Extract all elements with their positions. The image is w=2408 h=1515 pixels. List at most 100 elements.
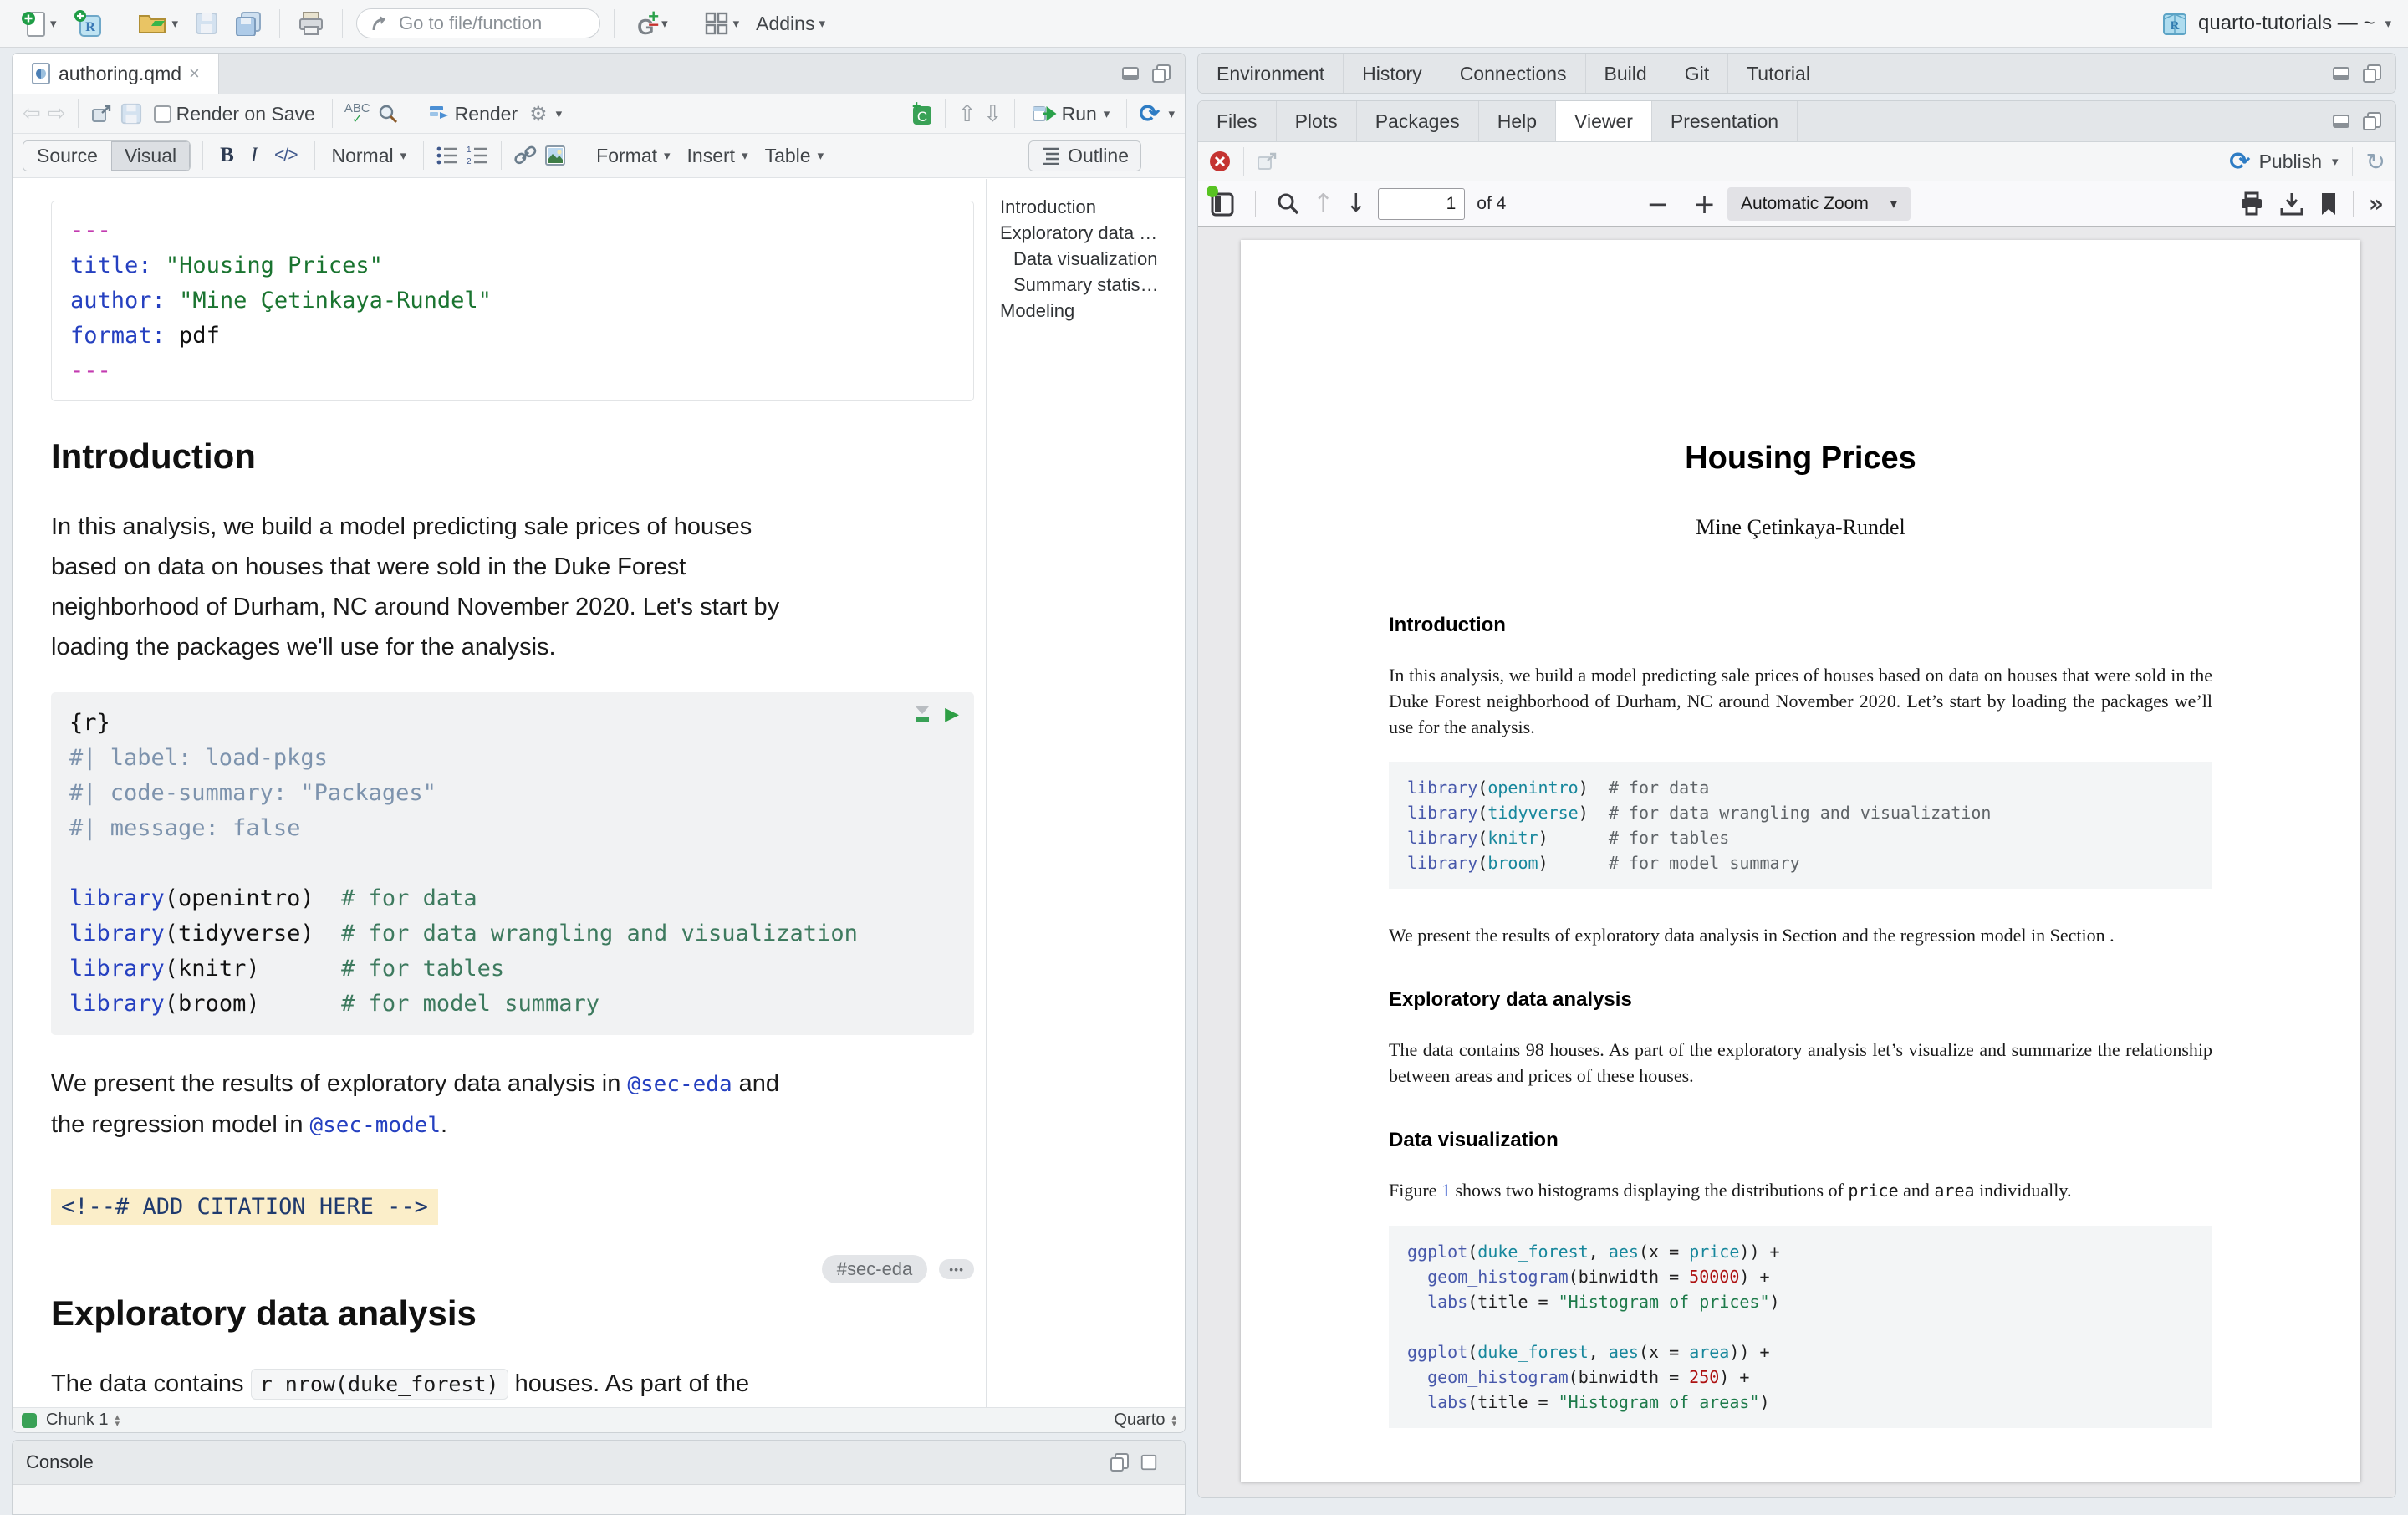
- mode-visual-button[interactable]: Visual: [111, 141, 190, 171]
- tab-connections[interactable]: Connections: [1441, 54, 1586, 94]
- console-body[interactable]: [13, 1485, 1185, 1515]
- tab-help[interactable]: Help: [1479, 101, 1556, 141]
- maximize-pane-icon[interactable]: [1151, 64, 1171, 84]
- pdf-search-icon[interactable]: [1276, 191, 1301, 217]
- pdf-zoom-out-icon[interactable]: −: [1646, 188, 1669, 220]
- pdf-print-icon[interactable]: [2239, 191, 2264, 217]
- version-control-button[interactable]: G + − ▾: [628, 7, 672, 40]
- link-icon[interactable]: [513, 145, 537, 166]
- stop-viewer-button[interactable]: [1208, 150, 1232, 173]
- publish-caret[interactable]: ▾: [2332, 154, 2339, 169]
- new-project-button[interactable]: R: [69, 7, 106, 40]
- mode-source-button[interactable]: Source: [23, 141, 111, 171]
- run-label: Run: [1062, 103, 1097, 125]
- search-doc-icon[interactable]: [377, 103, 399, 125]
- outline-item-summary-statistics[interactable]: Summary statis…: [1000, 272, 1178, 298]
- tab-plots[interactable]: Plots: [1277, 101, 1357, 141]
- viewer-minimize-icon[interactable]: [2332, 112, 2352, 130]
- back-icon[interactable]: ⇦: [23, 101, 41, 126]
- env-minimize-icon[interactable]: [2332, 64, 2352, 83]
- pdf-page-input[interactable]: [1378, 188, 1465, 220]
- section-options-button[interactable]: •••: [939, 1259, 974, 1279]
- tab-tutorial[interactable]: Tutorial: [1728, 54, 1829, 94]
- goto-file-search[interactable]: Go to file/function: [356, 8, 600, 38]
- tab-environment[interactable]: Environment: [1198, 54, 1344, 94]
- close-tab-icon[interactable]: ×: [189, 63, 200, 84]
- image-icon[interactable]: [543, 145, 567, 166]
- project-cube-icon: R: [2160, 8, 2190, 38]
- tab-history[interactable]: History: [1344, 54, 1441, 94]
- render-on-save-checkbox[interactable]: [154, 105, 171, 123]
- pdf-prev-page-icon[interactable]: ↑: [1313, 189, 1334, 218]
- pdf-next-page-icon[interactable]: ↓: [1345, 189, 1366, 218]
- run-chunk-icon[interactable]: ▶: [945, 704, 959, 725]
- minimize-pane-icon[interactable]: [1121, 64, 1141, 83]
- tab-files[interactable]: Files: [1198, 101, 1277, 141]
- tab-presentation[interactable]: Presentation: [1652, 101, 1798, 141]
- project-menu[interactable]: R quarto-tutorials — ~ ▾: [2160, 8, 2391, 38]
- format-menu[interactable]: Format▾: [591, 143, 675, 169]
- yaml-metadata-block[interactable]: ---title: "Housing Prices"author: "Mine …: [51, 201, 974, 401]
- tab-packages[interactable]: Packages: [1357, 101, 1479, 141]
- run-chunks-above-icon[interactable]: [913, 705, 931, 725]
- viewer-maximize-icon[interactable]: [2362, 111, 2382, 131]
- popout-icon[interactable]: [90, 103, 114, 125]
- outline-item-introduction[interactable]: Introduction: [1000, 194, 1178, 220]
- save-doc-icon[interactable]: [120, 103, 142, 125]
- tab-build[interactable]: Build: [1586, 54, 1666, 94]
- render-settings-caret[interactable]: ▾: [556, 106, 563, 121]
- publish-button[interactable]: Publish: [2259, 150, 2322, 173]
- outline-toggle-button[interactable]: Outline: [1028, 140, 1141, 171]
- paragraph-style-select[interactable]: Normal ▾: [327, 143, 412, 169]
- bullet-list-icon[interactable]: [436, 145, 459, 166]
- run-previous-chunks-icon[interactable]: ⇧: [957, 101, 977, 127]
- numbered-list-icon[interactable]: 12: [466, 145, 489, 166]
- pdf-sidebar-toggle[interactable]: [1210, 191, 1235, 217]
- render-button[interactable]: Render: [423, 101, 523, 127]
- chunk-position[interactable]: Chunk 1: [46, 1410, 109, 1430]
- table-menu[interactable]: Table▾: [760, 143, 829, 169]
- refresh-viewer-icon[interactable]: ↻: [2366, 148, 2385, 176]
- print-button[interactable]: [293, 8, 329, 38]
- spellcheck-icon[interactable]: ABC ✓: [344, 103, 370, 125]
- save-all-button[interactable]: [231, 8, 266, 38]
- addins-button[interactable]: Addins ▾: [752, 10, 829, 38]
- console-title[interactable]: Console: [26, 1451, 94, 1473]
- code-chunk-load-pkgs[interactable]: ▶ {r}#| label: load-pkgs#| code-summary:…: [51, 692, 974, 1035]
- pdf-zoom-select[interactable]: Automatic Zoom ▾: [1727, 187, 1911, 221]
- pdf-zoom-in-icon[interactable]: +: [1693, 188, 1716, 220]
- console-restore-icon[interactable]: [1140, 1453, 1158, 1472]
- tab-authoring-qmd[interactable]: authoring.qmd ×: [13, 54, 219, 94]
- outline-item-data-visualization[interactable]: Data visualization: [1000, 246, 1178, 272]
- render-settings-gear-icon[interactable]: ⚙: [529, 102, 548, 125]
- bold-button[interactable]: B: [215, 142, 239, 169]
- pdf-more-tools-icon[interactable]: »: [2369, 190, 2384, 217]
- source-rerun-icon[interactable]: ⟳: [1139, 99, 1160, 129]
- env-maximize-icon[interactable]: [2362, 64, 2382, 84]
- viewer-popout-icon[interactable]: [1256, 150, 1279, 172]
- editor-canvas[interactable]: ---title: "Housing Prices"author: "Mine …: [13, 179, 986, 1407]
- pdf-bookmark-icon[interactable]: [2319, 191, 2338, 217]
- tab-git[interactable]: Git: [1666, 54, 1728, 94]
- code-format-button[interactable]: </>: [269, 144, 302, 167]
- pdf-viewer-canvas[interactable]: Housing Prices Mine Çetinkaya-Rundel Int…: [1198, 227, 2395, 1497]
- save-button[interactable]: [191, 9, 222, 38]
- source-rerun-caret[interactable]: ▾: [1168, 106, 1175, 121]
- outline-item-eda[interactable]: Exploratory data …: [1000, 220, 1178, 246]
- document-format[interactable]: Quarto: [1114, 1410, 1165, 1430]
- insert-menu[interactable]: Insert▾: [682, 143, 753, 169]
- outline-item-modeling[interactable]: Modeling: [1000, 298, 1178, 324]
- run-button[interactable]: Run ▾: [1027, 101, 1115, 127]
- pane-layout-button[interactable]: ▾: [700, 8, 744, 38]
- run-caret[interactable]: ▾: [1104, 106, 1110, 121]
- italic-button[interactable]: I: [246, 142, 263, 169]
- pdf-download-icon[interactable]: [2279, 191, 2304, 217]
- tab-viewer[interactable]: Viewer: [1556, 101, 1652, 141]
- insert-chunk-button[interactable]: C+: [908, 101, 933, 126]
- go-next-chunk-icon[interactable]: ⇩: [983, 101, 1002, 127]
- console-maximize-icon[interactable]: [1110, 1452, 1130, 1472]
- new-file-button[interactable]: ▾: [17, 7, 61, 40]
- open-file-button[interactable]: ▾: [134, 8, 183, 38]
- render-on-save-toggle[interactable]: Render on Save: [149, 101, 320, 127]
- forward-icon[interactable]: ⇨: [48, 101, 66, 126]
